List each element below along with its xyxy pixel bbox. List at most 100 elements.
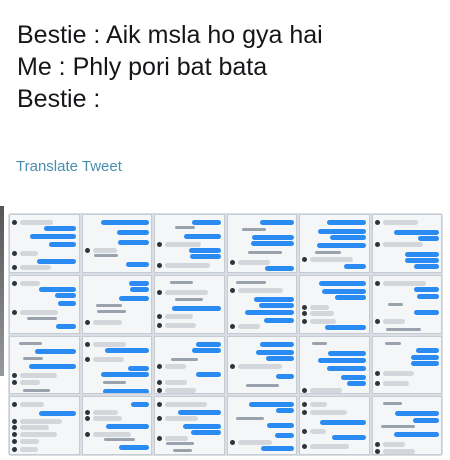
contact-avatar-icon (229, 363, 235, 369)
sent-message-bubble (128, 280, 149, 286)
sent-message-bubble (130, 402, 149, 408)
sent-message-bubble (413, 418, 439, 424)
sent-message-bubble (332, 435, 367, 441)
sent-message-bubble (191, 430, 222, 436)
received-message-bubble (382, 280, 426, 286)
contact-avatar-icon (157, 416, 162, 422)
sent-message-bubble (58, 300, 77, 306)
contact-avatar-icon (12, 309, 17, 315)
received-message-bubble (20, 265, 51, 270)
contact-avatar-icon (229, 323, 235, 329)
received-message-bubble (382, 370, 414, 376)
sent-message-bubble (405, 258, 439, 263)
sent-message-bubble (249, 402, 294, 408)
chat-screenshot-thumb (81, 274, 152, 334)
sent-message-bubble (38, 411, 77, 417)
contact-avatar-icon (157, 379, 162, 385)
message-text-line (173, 449, 193, 453)
received-message-bubble (20, 372, 58, 378)
received-message-bubble (165, 313, 193, 319)
chat-screenshots-collage-image (8, 213, 443, 456)
chat-screenshot-thumb (299, 274, 370, 334)
received-message-bubble (382, 442, 405, 448)
received-message-bubble (165, 387, 196, 393)
translate-tweet-link[interactable]: Translate Tweet (16, 158, 122, 175)
sent-message-bubble (190, 254, 222, 259)
chat-screenshot-thumb (226, 396, 297, 455)
received-message-bubble (20, 309, 59, 315)
sent-message-bubble (416, 347, 439, 353)
sent-message-bubble (245, 309, 294, 315)
contact-avatar-icon (12, 419, 17, 425)
sent-message-bubble (130, 286, 149, 292)
received-message-bubble (165, 436, 189, 442)
contact-avatar-icon (302, 402, 307, 408)
contact-avatar-icon (229, 260, 235, 265)
contact-avatar-icon (157, 289, 162, 295)
contact-avatar-icon (302, 310, 307, 316)
sent-message-bubble (264, 266, 294, 271)
sent-message-bubble (266, 355, 294, 361)
sent-message-bubble (346, 380, 367, 386)
image-edge-shadow (0, 206, 4, 376)
chat-screenshot-thumb (226, 214, 297, 273)
sent-message-bubble (263, 317, 294, 323)
sent-message-bubble (195, 341, 222, 347)
sent-message-bubble (410, 354, 439, 360)
contact-avatar-icon (302, 318, 307, 324)
sent-message-bubble (254, 296, 294, 302)
chat-screenshot-thumb (9, 274, 80, 334)
sent-message-bubble (326, 220, 367, 225)
message-text-line (380, 425, 416, 429)
received-message-bubble (92, 416, 122, 422)
sent-message-bubble (100, 220, 149, 225)
received-message-bubble (20, 447, 38, 453)
sent-message-bubble (126, 262, 149, 267)
sent-message-bubble (35, 348, 77, 354)
sent-message-bubble (56, 323, 77, 329)
contact-avatar-icon (374, 242, 380, 247)
contact-avatar-icon (374, 370, 380, 376)
received-message-bubble (165, 289, 209, 295)
contact-avatar-icon (302, 410, 307, 416)
contact-avatar-icon (84, 248, 90, 253)
received-message-bubble (165, 379, 188, 385)
sent-message-bubble (183, 424, 222, 430)
sent-message-bubble (329, 235, 367, 240)
sent-message-bubble (319, 280, 367, 286)
message-text-line (174, 297, 203, 301)
received-message-bubble (382, 380, 410, 386)
received-message-bubble (382, 242, 424, 247)
sent-message-bubble (317, 229, 367, 234)
chat-screenshot-thumb (154, 335, 225, 395)
sent-message-bubble (189, 248, 222, 253)
received-message-bubble (382, 449, 416, 455)
received-message-bubble (310, 310, 334, 316)
received-message-bubble (165, 416, 199, 422)
sent-message-bubble (192, 347, 222, 353)
contact-avatar-icon (84, 356, 90, 362)
tweet-line-3: Bestie : (17, 85, 101, 113)
contact-avatar-icon (12, 439, 17, 445)
sent-message-bubble (195, 371, 222, 377)
sent-message-bubble (275, 433, 294, 439)
tweet-body: Bestie : Aik msla ho gya hai Me : Phly p… (17, 19, 323, 115)
sent-message-bubble (30, 234, 77, 239)
sent-message-bubble (321, 288, 367, 294)
received-message-bubble (20, 432, 57, 438)
sent-message-bubble (36, 259, 77, 264)
contact-avatar-icon (302, 257, 307, 262)
chat-screenshot-thumb (299, 214, 370, 273)
contact-avatar-icon (12, 402, 17, 408)
contact-avatar-icon (84, 410, 90, 416)
contact-avatar-icon (302, 304, 307, 310)
message-text-line (385, 341, 402, 345)
chat-screenshot-thumb (371, 335, 442, 395)
contact-avatar-icon (374, 220, 380, 225)
contact-avatar-icon (157, 263, 162, 268)
chat-screenshot-thumb (9, 335, 80, 395)
contact-avatar-icon (12, 280, 17, 286)
sent-message-bubble (118, 295, 149, 301)
sent-message-bubble (29, 363, 77, 369)
tweet-line-2: Me : Phly pori bat bata (17, 53, 268, 81)
